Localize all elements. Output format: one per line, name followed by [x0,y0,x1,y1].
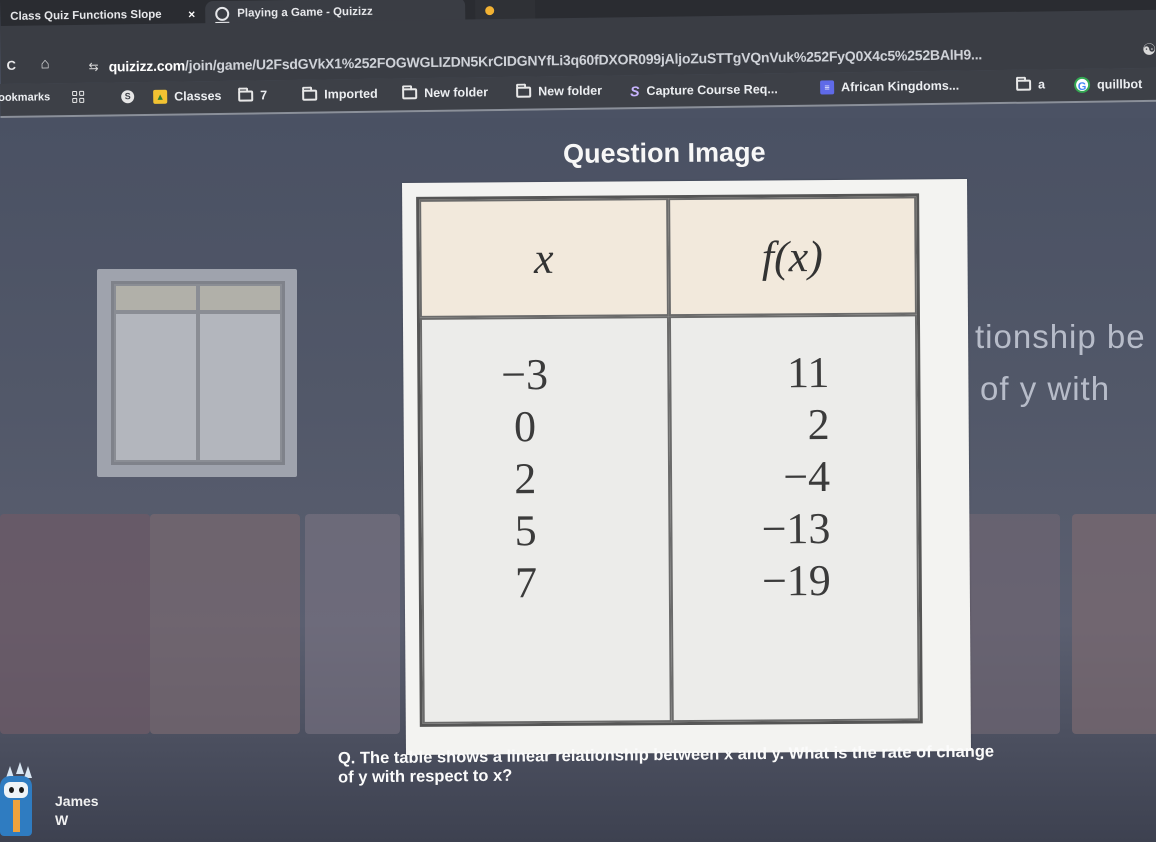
x-value: −3 [501,349,549,400]
bookmark-classes[interactable]: ▲ Classes [153,88,222,104]
folder-icon [516,86,532,98]
fx-value: 2 [807,399,830,450]
bookmark-imported[interactable]: Imported [302,87,378,102]
url-path: /join/game/U2FsdGVkX1%252FOGWGLIZDN5KrCI… [184,46,983,74]
bookmark-label: 7 [260,88,268,103]
favicon-icon [485,5,495,15]
reload-icon[interactable]: C [6,58,16,73]
option-tile[interactable] [960,514,1060,734]
quiz-main: Question Image tionship be of y with x f… [0,118,1156,842]
bookmark-quillbot[interactable]: G quillbot [1074,76,1143,94]
tab-title: Class Quiz Functions Slope [10,8,162,23]
player-first-name: James [55,793,99,809]
player-last-initial: W [55,812,69,828]
option-tile[interactable] [1072,514,1156,734]
thumbnail-body-cell [198,312,282,462]
extension-icon[interactable]: ☯ [1142,40,1156,60]
classroom-icon: ▲ [153,89,168,104]
bookmark-label: Capture Course Req... [646,82,778,98]
bookmark-circle[interactable]: S [121,90,135,104]
x-value: 5 [514,506,537,556]
apps-icon [72,90,85,103]
site-icon: S [121,90,135,104]
folder-icon [302,89,318,101]
url-host: quizizz.com [108,57,186,75]
x-value: 2 [514,454,537,504]
function-table: x f(x) −3 0 2 5 7 11 2 −4 −13 −19 [416,193,923,727]
bookmark-label: African Kingdoms... [841,78,960,95]
home-icon[interactable]: ⌂ [40,55,49,72]
option-tile[interactable] [0,514,150,734]
background-question-text: tionship be [975,318,1146,355]
bookmarks-label: ookmarks [0,91,51,105]
fx-column: 11 2 −4 −13 −19 [668,314,920,723]
bookmark-label: Classes [174,88,222,104]
question-text: Q. The table shows a linear relationship… [337,742,995,787]
tab-title: Playing a Game - Quizizz [237,5,373,20]
thumbnail-header-cell [198,284,282,312]
fx-value: −19 [761,555,831,606]
x-value: 7 [514,558,538,608]
folder-icon [402,87,418,99]
capture-icon: S [630,83,640,100]
thumbnail-body-cell [114,312,198,462]
bookmark-capture-course[interactable]: S Capture Course Req... [630,81,778,99]
fx-value: −13 [761,503,831,554]
google-icon: G [1074,76,1091,94]
bookmark-label: Imported [324,86,378,102]
bookmark-folder-7[interactable]: 7 [238,88,267,102]
question-image-modal: x f(x) −3 0 2 5 7 11 2 −4 −13 −19 [402,179,971,755]
header-x: x [419,198,669,318]
header-fx: f(x) [667,196,917,317]
avatar [0,758,34,838]
fx-value: −4 [783,451,831,502]
option-tile[interactable] [305,514,400,734]
x-column: −3 0 2 5 7 [419,316,672,724]
background-question-text: of y with [980,370,1111,407]
bookmark-label: New folder [424,85,489,101]
folder-icon [1016,79,1032,91]
url-text[interactable]: quizizz.com/join/game/U2FsdGVkX1%252FOGW… [109,46,983,74]
player-name: James W [55,792,99,830]
bookmark-folder-a[interactable]: a [1016,77,1046,92]
bookmark-new-folder-2[interactable]: New folder [516,84,602,99]
player-card: James W [0,752,160,842]
thumbnail-table [111,281,285,465]
quizizz-icon [215,6,230,21]
bookmark-label: quillbot [1097,77,1143,92]
question-image-thumbnail[interactable] [97,269,297,477]
x-value: 0 [513,402,537,452]
bookmark-label: New folder [538,83,603,99]
close-tab-icon[interactable]: × [188,7,195,21]
bookmark-new-folder-1[interactable]: New folder [402,85,488,100]
bookmark-apps[interactable] [72,90,85,103]
site-settings-icon[interactable]: ⇆ [88,60,98,74]
fx-value: 11 [786,348,830,398]
forms-icon: ≡ [820,80,835,95]
question-image-title: Question Image [562,137,766,169]
bookmark-african-kingdoms[interactable]: ≡ African Kingdoms... [820,79,959,95]
folder-icon [238,89,254,102]
option-tile[interactable] [150,514,300,734]
thumbnail-header-cell [114,284,198,312]
bookmark-label: a [1038,77,1046,92]
